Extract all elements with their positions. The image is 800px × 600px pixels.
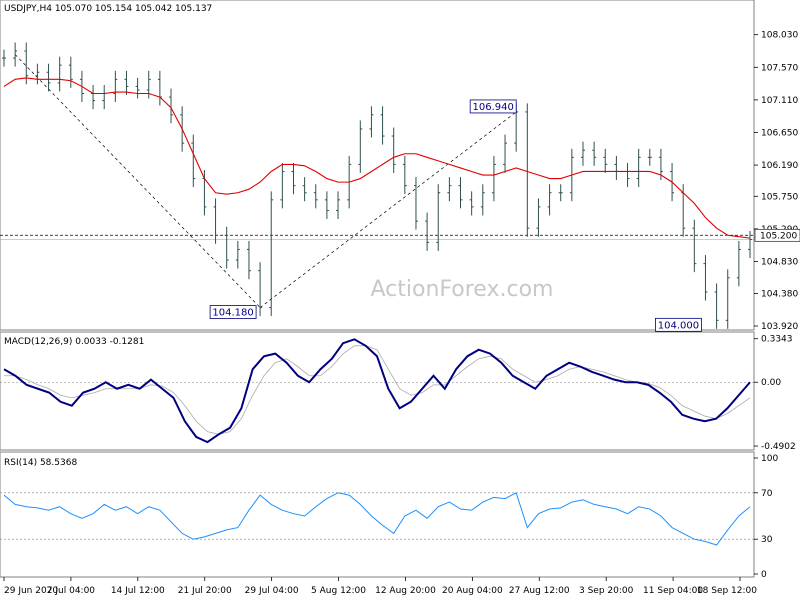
- price-annotation-label: 106.940: [472, 102, 513, 113]
- price-title: USDJPY,H4 105.070 105.154 105.042 105.13…: [4, 4, 212, 14]
- price-ytick-label: 105.750: [761, 192, 798, 202]
- x-tick-label: 11 Sep 04:00: [643, 586, 703, 596]
- x-tick-label: 21 Jul 20:00: [178, 586, 232, 596]
- rsi-ytick-label: 100: [761, 454, 778, 464]
- rsi-title: RSI(14) 58.5368: [4, 458, 77, 468]
- macd-ytick-label: -0.4902: [761, 442, 796, 452]
- macd-title: MACD(12,26,9) 0.0033 -0.1281: [4, 337, 144, 347]
- rsi-ytick-label: 70: [761, 489, 773, 499]
- rsi-ytick-label: 0: [761, 570, 767, 580]
- x-tick-label: 14 Jul 12:00: [111, 586, 165, 596]
- price-ytick-label: 103.920: [761, 322, 798, 332]
- price-ytick-label: 107.570: [761, 63, 798, 73]
- rsi-ytick-label: 30: [761, 535, 773, 545]
- price-annotation-label: 104.180: [212, 308, 253, 319]
- macd-ytick-label: 0.3343: [761, 335, 793, 345]
- x-tick-label: 12 Aug 20:00: [375, 586, 436, 596]
- x-tick-label: 18 Sep 12:00: [697, 586, 757, 596]
- chart-canvas: USDJPY,H4 105.070 105.154 105.042 105.13…: [0, 0, 800, 600]
- macd-ytick-label: 0.00: [761, 378, 781, 388]
- x-tick-label: 3 Sep 20:00: [579, 586, 634, 596]
- x-tick-label: 7 Jul 04:00: [47, 586, 96, 596]
- x-tick-label: 27 Aug 12:00: [509, 586, 570, 596]
- x-tick-label: 29 Jul 04:00: [245, 586, 299, 596]
- price-annotation-label: 104.000: [658, 320, 699, 331]
- x-tick-label: 20 Aug 04:00: [442, 586, 503, 596]
- price-ytick-label: 106.190: [761, 161, 798, 171]
- price-ytick-label: 106.650: [761, 128, 798, 138]
- x-tick-label: 5 Aug 12:00: [311, 586, 366, 596]
- price-ytick-label: 107.110: [761, 96, 798, 106]
- current-price-tag-label: 105.200: [760, 231, 797, 241]
- price-ytick-label: 104.380: [761, 289, 798, 299]
- price-ytick-label: 108.030: [761, 31, 798, 41]
- watermark: ActionForex.com: [371, 277, 554, 302]
- price-ytick-label: 104.830: [761, 257, 798, 267]
